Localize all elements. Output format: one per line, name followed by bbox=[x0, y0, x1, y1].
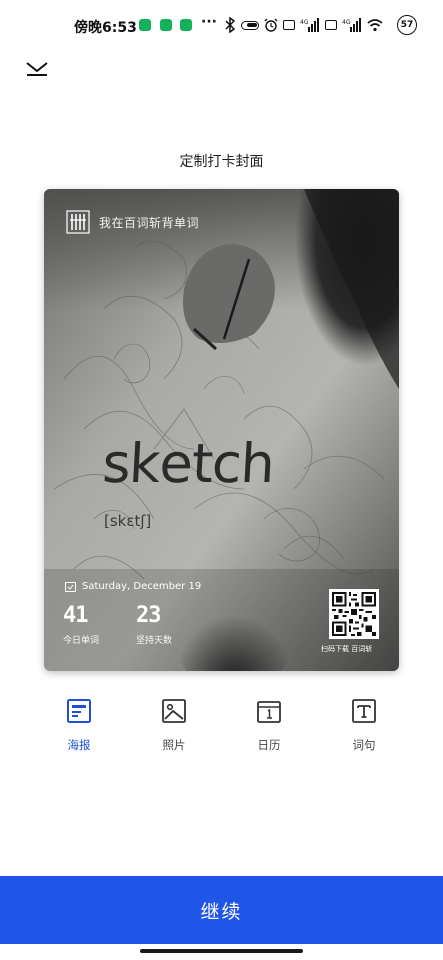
tab-text[interactable]: 词句 bbox=[329, 694, 399, 754]
status-bar: 傍晚6:53 ··· 4G 4G 57 bbox=[0, 0, 443, 50]
tab-label: 海报 bbox=[67, 738, 91, 752]
text-icon bbox=[352, 699, 376, 723]
wifi-icon bbox=[367, 19, 383, 32]
collapse-button[interactable] bbox=[24, 58, 50, 80]
date-text: Saturday, December 19 bbox=[82, 581, 202, 592]
brand-slogan: 我在百词斩背单词 bbox=[99, 216, 200, 230]
continue-button[interactable]: 继续 bbox=[0, 876, 443, 944]
tab-poster[interactable]: 海报 bbox=[44, 694, 114, 754]
stat-value: 23 bbox=[136, 603, 162, 628]
signal-icon: 4G bbox=[342, 18, 361, 32]
status-time: 傍晚6:53 bbox=[74, 20, 137, 36]
signal-icon: 4G bbox=[300, 18, 319, 32]
tab-label: 词句 bbox=[352, 738, 376, 752]
calendar-icon bbox=[257, 701, 281, 723]
qr-code bbox=[329, 589, 379, 639]
poster-preview: 我在百词斩背单词 sketch [skɛtʃ] Saturday, Decemb… bbox=[44, 189, 399, 671]
battery-indicator: 57 bbox=[397, 15, 417, 35]
stat-label: 坚持天数 bbox=[136, 636, 173, 646]
calendar-check-icon bbox=[65, 582, 76, 592]
tab-label: 照片 bbox=[162, 738, 186, 752]
home-indicator[interactable] bbox=[140, 949, 303, 953]
page-title: 定制打卡封面 bbox=[179, 154, 264, 170]
tab-calendar[interactable]: 日历 bbox=[234, 694, 304, 754]
tab-label: 日历 bbox=[257, 738, 281, 752]
stat-streak-days: 23 坚持天数 bbox=[136, 603, 172, 646]
cover-style-tabs: 海报 照片 日历 词句 bbox=[0, 694, 443, 758]
qr-caption: 扫码下载 百词斩 bbox=[321, 645, 373, 653]
wechat-notification-icon bbox=[180, 19, 192, 31]
alarm-icon bbox=[264, 18, 278, 32]
hd-icon bbox=[283, 20, 295, 30]
photo-icon bbox=[162, 699, 186, 723]
word-text: sketch bbox=[97, 432, 278, 495]
brand-logo-icon bbox=[66, 210, 90, 234]
svg-text:4G: 4G bbox=[300, 19, 309, 26]
app-notification-icon bbox=[139, 19, 151, 31]
stat-label: 今日单词 bbox=[63, 636, 100, 646]
qr-code-icon bbox=[332, 592, 376, 636]
tab-photo[interactable]: 照片 bbox=[139, 694, 209, 754]
stat-value: 41 bbox=[63, 603, 89, 628]
wechat-notification-icon bbox=[160, 19, 172, 31]
more-notifications-icon: ··· bbox=[201, 14, 217, 30]
svg-text:4G: 4G bbox=[342, 19, 351, 26]
stat-today-words: 41 今日单词 bbox=[63, 603, 99, 646]
toggle-icon bbox=[241, 20, 259, 30]
poster-icon bbox=[67, 699, 91, 723]
system-icons: 4G 4G bbox=[224, 16, 383, 34]
bluetooth-icon bbox=[225, 17, 236, 33]
date-row: Saturday, December 19 bbox=[65, 581, 201, 592]
phonetic-text: [skɛtʃ] bbox=[104, 512, 152, 530]
hd-icon bbox=[325, 20, 337, 30]
